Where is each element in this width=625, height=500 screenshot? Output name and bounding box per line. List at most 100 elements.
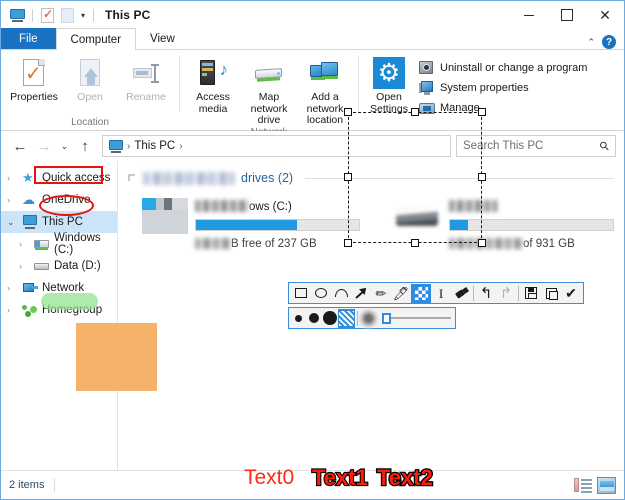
resize-handle-w[interactable] <box>344 173 352 181</box>
drive-item-windows-c[interactable]: ows (C:) B free of 237 GB <box>142 195 360 252</box>
size-large-button[interactable] <box>322 309 338 328</box>
size-small-button[interactable] <box>291 309 307 328</box>
expander-icon[interactable]: ⌄ <box>7 217 18 228</box>
drive-name-blur <box>195 200 249 212</box>
resize-handle-ne[interactable] <box>478 108 486 116</box>
breadcrumb-separator: › <box>127 140 131 152</box>
access-media-icon: ♪ <box>197 57 229 89</box>
rectangle-tool[interactable] <box>291 284 311 303</box>
recent-locations-button[interactable]: ⌄ <box>57 135 72 157</box>
navigation-pane: › Quick access › ☁ OneDrive ⌄ This PC › … <box>1 161 118 470</box>
undo-button[interactable]: ↰ <box>476 284 496 303</box>
sidebar-item-this-pc[interactable]: ⌄ This PC <box>1 211 117 233</box>
sidebar-label-homegroup: Homegroup <box>42 304 103 316</box>
sidebar-item-data-d[interactable]: › Data (D:) <box>1 255 117 277</box>
drive-name-windows-c: ows (C:) <box>249 201 292 213</box>
eraser-tool[interactable] <box>451 284 471 303</box>
resize-handle-se[interactable] <box>478 239 486 247</box>
close-button[interactable]: ✕ <box>586 1 624 29</box>
annotation-toolbar-row-options <box>288 307 456 329</box>
sidebar-item-onedrive[interactable]: › ☁ OneDrive <box>1 189 117 211</box>
system-properties-icon <box>419 80 435 96</box>
ribbon-tabs: File Computer View ⌃ ? <box>1 28 624 50</box>
resize-handle-s[interactable] <box>411 239 419 247</box>
expander-icon[interactable]: › <box>7 283 18 293</box>
sidebar-label-data-d: Data (D:) <box>54 260 101 272</box>
large-icons-view-button[interactable] <box>597 476 616 494</box>
sidebar-item-homegroup[interactable]: › Homegroup <box>1 299 117 321</box>
help-icon[interactable]: ? <box>602 35 616 49</box>
redo-button[interactable]: ↱ <box>496 284 516 303</box>
open-button[interactable]: Open <box>63 54 117 104</box>
window-title: This PC <box>105 8 151 22</box>
monitor-icon <box>109 139 123 153</box>
monitor-icon[interactable] <box>9 7 26 24</box>
resize-handle-n[interactable] <box>411 108 419 116</box>
breadcrumb-separator[interactable]: › <box>179 141 182 152</box>
intensity-slider[interactable] <box>378 309 453 328</box>
open-icon <box>74 57 106 89</box>
maximize-button[interactable] <box>548 1 586 29</box>
pattern-swatch[interactable] <box>337 308 355 328</box>
text-tool[interactable]: I <box>431 284 451 303</box>
star-icon <box>22 170 34 185</box>
minimize-button[interactable] <box>510 1 548 29</box>
uninstall-or-change-program-item[interactable]: Uninstall or change a program <box>419 59 587 76</box>
back-button[interactable]: ← <box>9 135 31 157</box>
mosaic-tool[interactable] <box>411 283 431 303</box>
sidebar-item-network[interactable]: › Network <box>1 277 117 299</box>
rename-icon <box>130 57 162 89</box>
chevron-up-icon[interactable]: ⌃ <box>587 37 595 48</box>
arrow-tool[interactable] <box>351 284 371 303</box>
hard-drive-icon <box>34 237 50 251</box>
arc-tool[interactable] <box>331 284 351 303</box>
divider <box>473 285 474 301</box>
sidebar-item-windows-c[interactable]: › Windows (C:) <box>1 232 117 256</box>
expander-icon[interactable]: › <box>7 173 18 183</box>
copy-button[interactable] <box>541 284 561 303</box>
properties-button[interactable]: ✓ Properties <box>7 54 61 104</box>
divider <box>93 8 95 22</box>
pencil-tool[interactable]: ✏ <box>371 284 391 303</box>
properties-icon: ✓ <box>18 57 50 89</box>
system-properties-item[interactable]: System properties <box>419 79 587 96</box>
save-button[interactable] <box>521 284 541 303</box>
up-button[interactable]: ↑ <box>74 135 96 157</box>
group-collapse-icon[interactable] <box>128 173 137 183</box>
confirm-button[interactable]: ✔ <box>561 284 581 303</box>
tab-computer[interactable]: Computer <box>55 28 137 50</box>
selection-marquee[interactable] <box>348 112 482 243</box>
rename-button[interactable]: Rename <box>119 54 173 104</box>
properties-icon[interactable] <box>39 7 56 24</box>
sidebar-item-quick-access[interactable]: › Quick access <box>1 167 117 189</box>
open-settings-button[interactable]: ⚙ Open Settings <box>365 54 413 115</box>
size-medium-button[interactable] <box>307 309 323 328</box>
expander-icon[interactable]: › <box>19 239 30 249</box>
sidebar-label-quick-access: Quick access <box>42 172 111 184</box>
blank-icon[interactable] <box>59 7 76 24</box>
map-network-drive-button[interactable]: Map network drive <box>242 54 296 127</box>
forward-button[interactable]: → <box>33 135 55 157</box>
resize-handle-e[interactable] <box>478 173 486 181</box>
open-label: Open <box>77 91 103 103</box>
tab-file[interactable]: File <box>1 28 56 49</box>
drive-free-data-d: of 931 GB <box>523 238 575 250</box>
details-view-button[interactable] <box>574 477 593 494</box>
search-icon[interactable]: ⚲ <box>597 138 613 154</box>
access-media-button[interactable]: ♪ Access media <box>186 54 240 115</box>
ellipse-tool[interactable] <box>311 284 331 303</box>
expander-icon[interactable]: › <box>19 261 30 271</box>
resize-handle-sw[interactable] <box>344 239 352 247</box>
chevron-down-icon[interactable]: ▾ <box>79 11 87 20</box>
drive-free-blur <box>195 238 231 249</box>
highlighter-tool[interactable]: 🖊 <box>391 284 411 303</box>
group-header-label: drives (2) <box>241 171 294 185</box>
divider <box>518 285 519 301</box>
blur-preview <box>359 308 379 328</box>
expander-icon[interactable]: › <box>7 305 18 315</box>
tab-view[interactable]: View <box>136 28 189 49</box>
network-icon <box>22 281 38 295</box>
resize-handle-nw[interactable] <box>344 108 352 116</box>
breadcrumb-this-pc[interactable]: This PC <box>134 140 175 152</box>
expander-icon[interactable]: › <box>7 195 18 205</box>
